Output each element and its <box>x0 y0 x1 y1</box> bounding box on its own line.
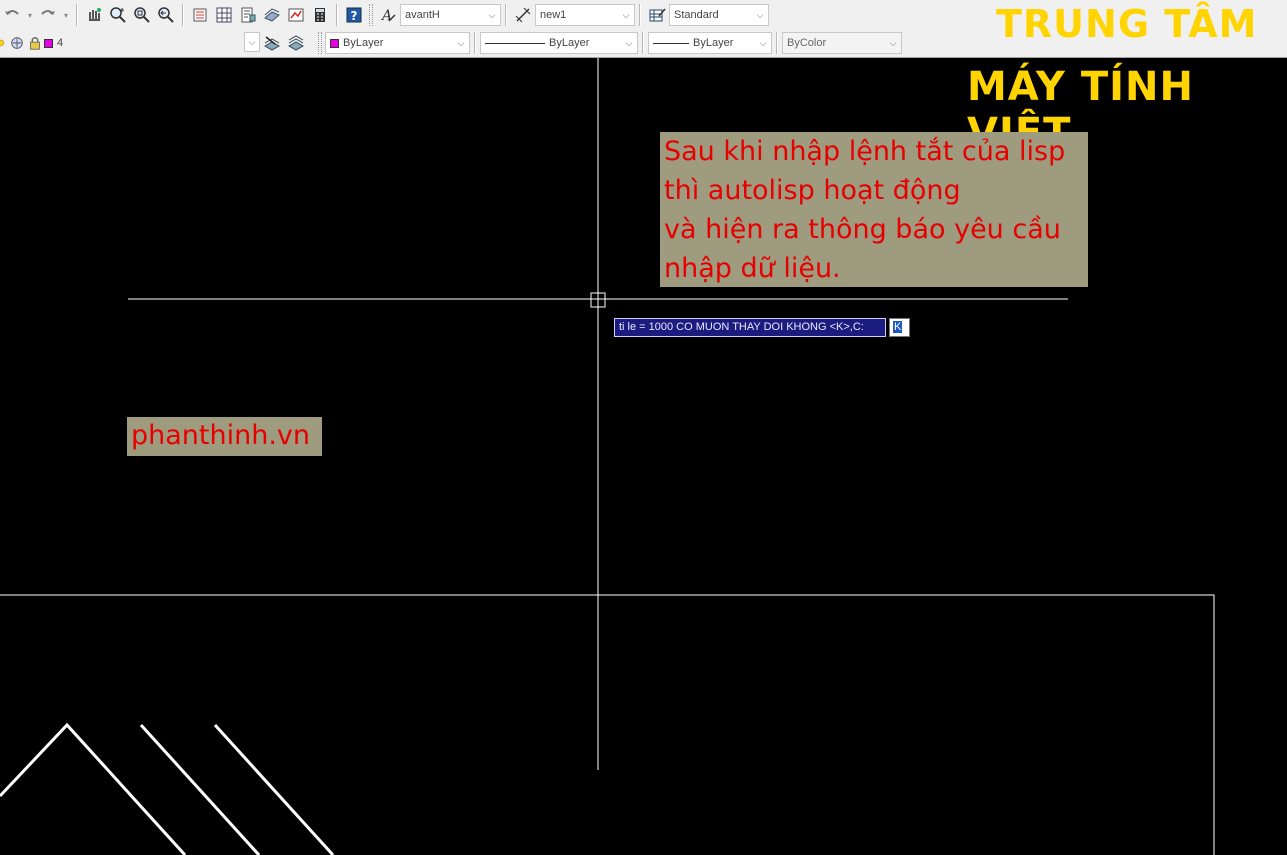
plot-style-select[interactable]: ByColor ⌵ <box>782 32 902 54</box>
drawing-diagonal-line <box>213 723 335 855</box>
separator <box>474 32 476 54</box>
toolbar-row-layers-properties: 4 ⌵ ByLayer ⌵ ByLayer ⌵ ByLayer ⌵ ByColo… <box>0 29 902 57</box>
tool-palettes-icon[interactable] <box>237 4 259 26</box>
sheet-set-icon[interactable] <box>261 4 283 26</box>
plot-style-value: ByColor <box>787 37 827 49</box>
chevron-down-icon: ⌵ <box>759 37 767 48</box>
separator <box>639 4 641 26</box>
text-style-icon[interactable]: A <box>377 4 399 26</box>
lineweight-value: ByLayer <box>693 37 734 49</box>
dimension-style-value: new1 <box>540 9 567 21</box>
layer-value: 4 <box>57 37 64 49</box>
chevron-down-icon: ⌵ <box>622 9 630 20</box>
design-center-icon[interactable] <box>213 4 235 26</box>
undo-dropdown-icon[interactable]: ▾ <box>25 4 35 26</box>
drawing-diagonal-line <box>139 723 261 855</box>
calculator-icon[interactable] <box>309 4 331 26</box>
drawing-geometry <box>0 58 1215 855</box>
table-style-icon[interactable] <box>646 4 668 26</box>
markup-set-icon[interactable] <box>285 4 307 26</box>
toolbar-grip[interactable] <box>318 32 322 54</box>
chevron-down-icon: ⌵ <box>756 9 764 20</box>
separator <box>505 4 507 26</box>
note-line: Sau khi nhập lệnh tắt của lisp <box>664 136 1066 167</box>
chevron-down-icon: ⌵ <box>889 37 897 48</box>
dynamic-input-prompt: ti le = 1000 CO MUON THAY DOI KHONG <K>,… <box>614 318 886 337</box>
properties-icon[interactable] <box>189 4 211 26</box>
chevron-down-icon: ⌵ <box>488 9 496 20</box>
redo-icon[interactable] <box>37 4 59 26</box>
drawing-boundary-line <box>0 594 1215 855</box>
table-style-select[interactable]: Standard ⌵ <box>669 4 769 26</box>
note-line: nhập dữ liệu. <box>664 253 841 284</box>
toolbar-grip[interactable] <box>369 4 373 26</box>
brand-title-line1: TRUNG TÂM <box>996 2 1258 46</box>
make-object-layer-current-icon[interactable] <box>261 32 283 54</box>
color-swatch <box>330 38 339 48</box>
website-watermark: phanthinh.vn <box>127 417 322 456</box>
dimension-style-icon[interactable] <box>512 4 534 26</box>
drawing-canvas[interactable] <box>0 58 1287 855</box>
chevron-down-icon: ⌵ <box>457 37 465 48</box>
zoom-window-icon[interactable] <box>131 4 153 26</box>
zoom-previous-icon[interactable] <box>155 4 177 26</box>
linetype-preview <box>485 42 545 44</box>
separator <box>182 4 184 26</box>
linetype-value: ByLayer <box>549 37 590 49</box>
help-icon[interactable]: ? <box>343 4 365 26</box>
dimension-style-select[interactable]: new1 ⌵ <box>535 4 635 26</box>
layer-previous-icon[interactable] <box>285 32 307 54</box>
undo-icon[interactable] <box>1 4 23 26</box>
zoom-realtime-icon[interactable] <box>107 4 129 26</box>
separator <box>776 32 778 54</box>
svg-text:A: A <box>380 8 392 24</box>
note-line: thì autolisp hoạt động <box>664 175 961 206</box>
separator <box>76 4 78 26</box>
text-style-select[interactable]: avantH ⌵ <box>400 4 501 26</box>
layer-freeze-icon[interactable] <box>9 32 25 54</box>
layer-select[interactable]: 4 ⌵ <box>44 32 260 54</box>
separator <box>336 4 338 26</box>
color-value: ByLayer <box>343 37 384 49</box>
layer-lock-icon[interactable] <box>27 32 43 54</box>
lineweight-select[interactable]: ByLayer ⌵ <box>648 32 772 54</box>
chevron-down-icon: ⌵ <box>244 32 260 52</box>
note-line: và hiện ra thông báo yêu cầu <box>664 214 1061 245</box>
layer-color-swatch <box>44 38 53 48</box>
chevron-down-icon: ⌵ <box>625 37 633 48</box>
annotation-note: Sau khi nhập lệnh tắt của lisp thì autol… <box>660 132 1088 287</box>
color-select[interactable]: ByLayer ⌵ <box>325 32 470 54</box>
linetype-select[interactable]: ByLayer ⌵ <box>480 32 638 54</box>
table-style-value: Standard <box>674 9 719 21</box>
dynamic-input-value: K <box>893 321 903 333</box>
redo-dropdown-icon[interactable]: ▾ <box>61 4 71 26</box>
toolbar-row-standard: ▾ ▾ ? A avantH ⌵ new1 ⌵ Standard ⌵ <box>0 1 769 29</box>
svg-text:?: ? <box>351 9 358 23</box>
text-style-value: avantH <box>405 9 440 21</box>
separator <box>642 32 644 54</box>
layer-on-icon[interactable] <box>0 32 7 54</box>
dynamic-input-field[interactable]: K <box>889 318 910 337</box>
lineweight-preview <box>653 42 689 44</box>
pan-icon[interactable] <box>83 4 105 26</box>
